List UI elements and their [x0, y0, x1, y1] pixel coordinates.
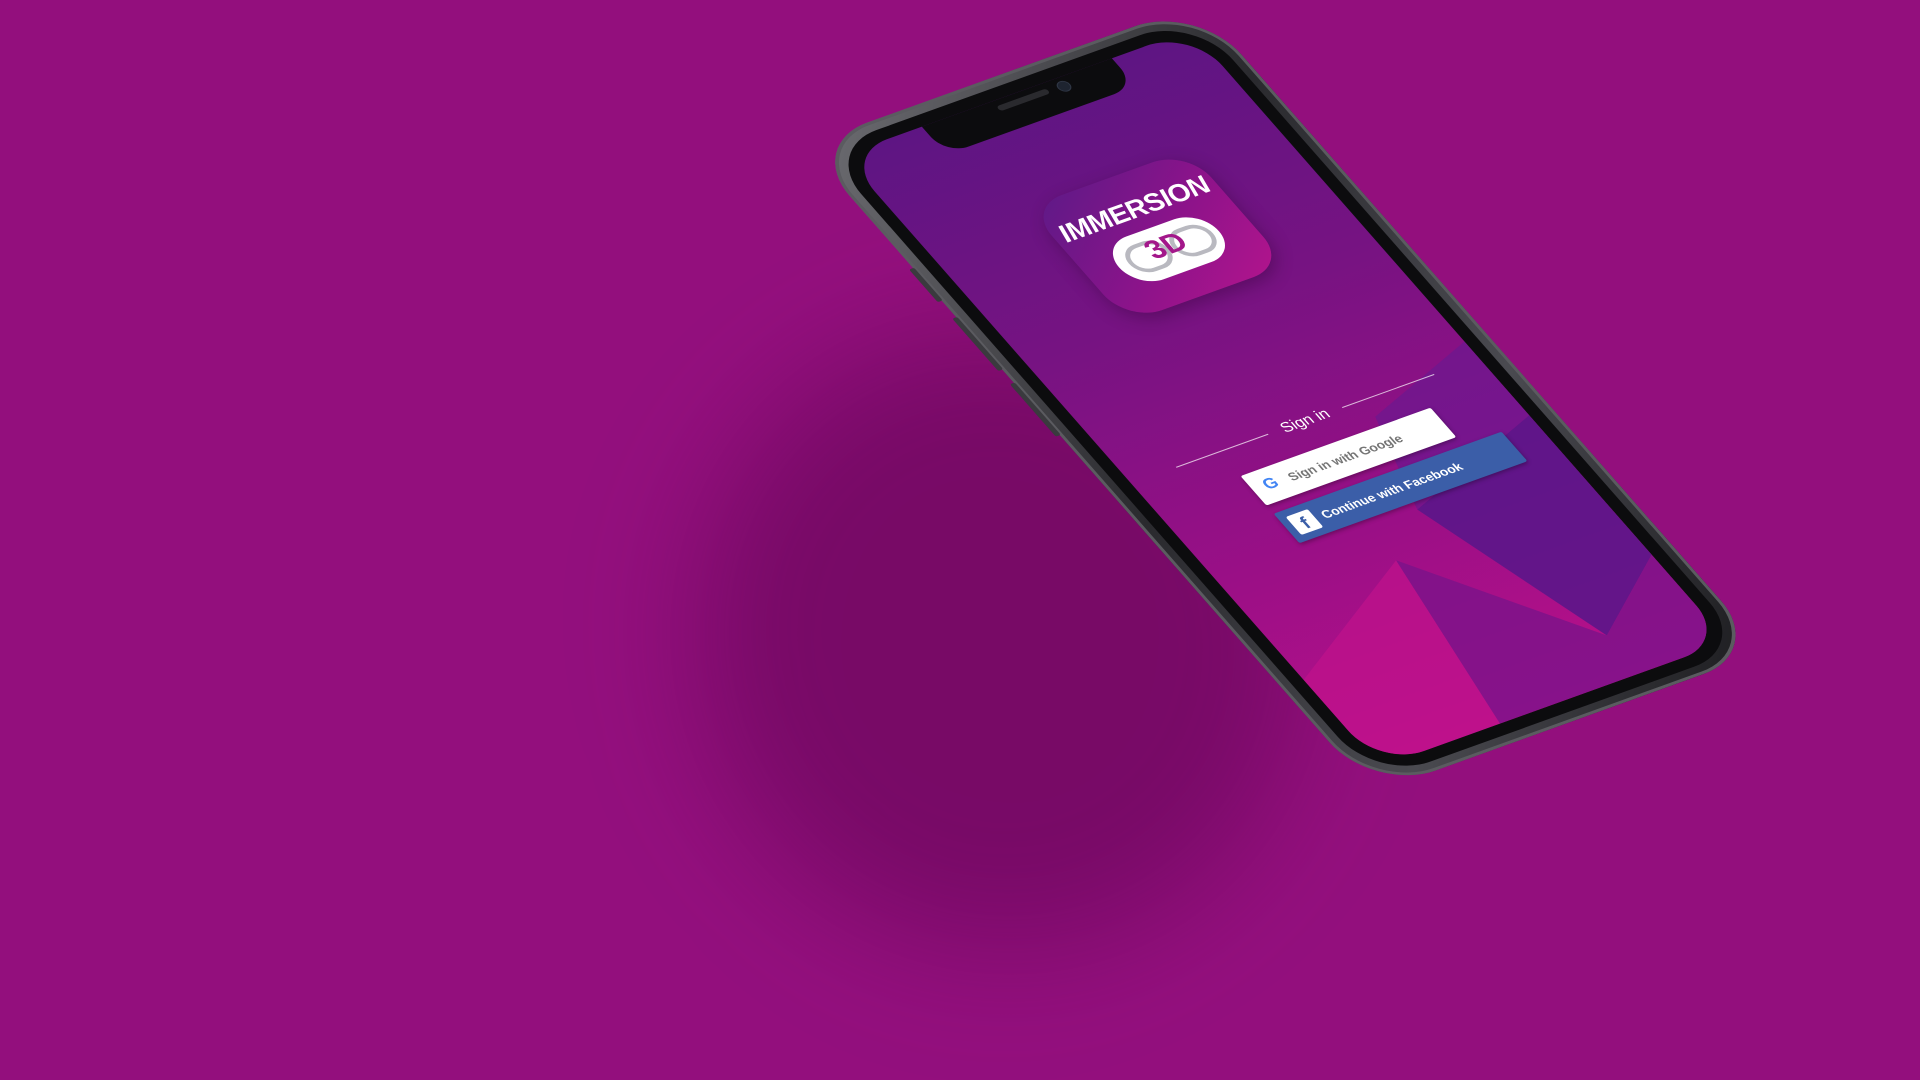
- phone-device: IMMERSION 3D Sign in G Sign in with Goog…: [805, 3, 1766, 793]
- front-camera-icon: [1053, 79, 1075, 94]
- mockup-scene: IMMERSION 3D Sign in G Sign in with Goog…: [0, 0, 1920, 1080]
